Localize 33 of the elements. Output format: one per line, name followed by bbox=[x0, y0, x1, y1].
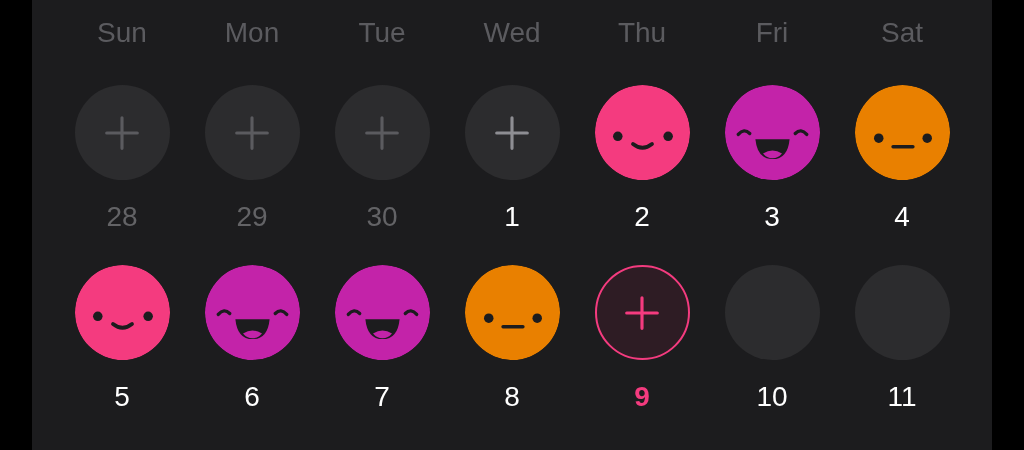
plus-icon bbox=[364, 114, 400, 151]
weekday-label: Tue bbox=[357, 16, 407, 50]
day-number: 1 bbox=[504, 200, 520, 234]
day-number: 7 bbox=[374, 380, 390, 414]
weekday-label: Sun bbox=[96, 16, 148, 50]
weekday-label: Fri bbox=[754, 16, 790, 50]
mood-face-icon[interactable] bbox=[724, 85, 820, 180]
plus-icon bbox=[104, 114, 140, 151]
mood-face-icon[interactable] bbox=[854, 85, 950, 180]
day-number: 29 bbox=[236, 200, 268, 234]
day-number: 6 bbox=[244, 380, 260, 414]
day-number: 10 bbox=[756, 380, 788, 414]
day-number: 9 bbox=[634, 380, 650, 414]
day-number: 8 bbox=[504, 380, 520, 414]
day-number: 4 bbox=[894, 200, 910, 234]
day-number: 3 bbox=[764, 200, 780, 234]
day-number: 28 bbox=[106, 200, 138, 234]
weekday-label: Wed bbox=[482, 16, 542, 50]
plus-icon bbox=[234, 114, 270, 151]
weekday-label: Sat bbox=[880, 16, 924, 50]
weekday-label: Thu bbox=[616, 16, 668, 50]
day-number: 11 bbox=[887, 380, 917, 414]
mood-face-icon[interactable] bbox=[204, 265, 300, 360]
mood-face-icon[interactable] bbox=[334, 265, 430, 360]
mood-face-icon[interactable] bbox=[464, 265, 560, 360]
plus-icon bbox=[624, 294, 660, 331]
mood-face-icon[interactable] bbox=[74, 265, 170, 360]
day-number: 30 bbox=[366, 200, 398, 234]
day-number: 2 bbox=[634, 200, 650, 234]
plus-icon bbox=[494, 114, 530, 151]
weekday-label: Mon bbox=[223, 16, 281, 50]
mood-face-icon[interactable] bbox=[594, 85, 690, 180]
day-number: 5 bbox=[114, 380, 130, 414]
